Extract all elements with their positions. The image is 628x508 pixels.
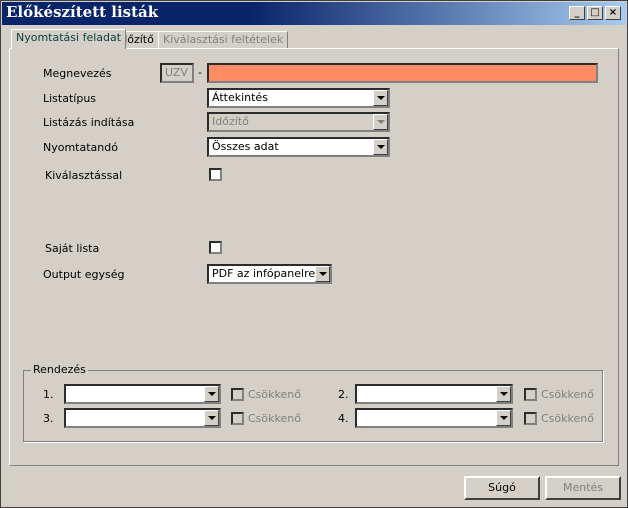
megnevezes-prefix: UZV xyxy=(160,63,194,83)
chevron-down-icon[interactable] xyxy=(204,386,219,402)
tab-nyomtatasi-feladat[interactable]: Nyomtatási feladat xyxy=(11,29,127,49)
sort-desc-label: Csökkenő xyxy=(541,388,594,401)
sort-desc-checkbox-3[interactable] xyxy=(231,412,244,425)
megnevezes-input[interactable] xyxy=(207,63,598,83)
nyomtatando-label: Nyomtatandó xyxy=(43,141,118,154)
megnevezes-label: Megnevezés xyxy=(43,67,112,80)
sajat-lista-checkbox[interactable] xyxy=(209,241,222,254)
output-select[interactable]: PDF az infópanelre xyxy=(207,264,332,284)
sort-select-1[interactable] xyxy=(64,384,221,404)
chevron-down-icon[interactable] xyxy=(315,266,330,282)
chevron-down-icon[interactable] xyxy=(373,114,388,130)
chevron-down-icon[interactable] xyxy=(496,410,511,426)
listazas-label: Listázás indítása xyxy=(43,116,135,129)
help-button[interactable]: Súgó xyxy=(464,476,540,500)
sort-desc-label: Csökkenő xyxy=(248,388,301,401)
sorting-group xyxy=(23,370,603,442)
window-title: Előkészített listák xyxy=(6,3,159,21)
sort-desc-label: Csökkenő xyxy=(248,412,301,425)
nyomtatando-value: Összes adat xyxy=(212,140,279,153)
sajat-lista-label: Saját lista xyxy=(45,242,100,255)
save-button[interactable]: Mentés xyxy=(545,476,621,500)
maximize-icon[interactable]: □ xyxy=(587,6,603,20)
sort-row-number: 4. xyxy=(338,412,349,425)
chevron-down-icon[interactable] xyxy=(373,90,388,106)
kivalasztassal-label: Kiválasztással xyxy=(45,169,123,182)
sort-select-2[interactable] xyxy=(355,384,513,404)
sort-select-4[interactable] xyxy=(355,408,513,428)
chevron-down-icon[interactable] xyxy=(496,386,511,402)
title-bar[interactable]: Előkészített listák _ □ × xyxy=(2,2,626,25)
output-value: PDF az infópanelre xyxy=(212,267,316,280)
sort-row-number: 1. xyxy=(43,388,54,401)
sort-select-3[interactable] xyxy=(64,408,221,428)
megnevezes-separator: - xyxy=(198,66,202,79)
sort-desc-checkbox-1[interactable] xyxy=(231,388,244,401)
sorting-title: Rendezés xyxy=(31,363,88,376)
sort-row-number: 2. xyxy=(338,388,349,401)
output-label: Output egység xyxy=(43,268,125,281)
listazas-select[interactable]: Időzítő xyxy=(207,112,390,132)
sort-desc-label: Csökkenő xyxy=(541,412,594,425)
kivalasztassal-checkbox[interactable] xyxy=(209,168,222,181)
sort-desc-checkbox-2[interactable] xyxy=(524,388,537,401)
listazas-value: Időzítő xyxy=(212,115,249,128)
listatipus-value: Áttekintés xyxy=(212,91,268,104)
tab-kivalasztasi-feltetelek[interactable]: Kiválasztási feltételek xyxy=(158,31,289,49)
minimize-icon[interactable]: _ xyxy=(569,6,585,20)
close-icon[interactable]: × xyxy=(605,6,621,20)
chevron-down-icon[interactable] xyxy=(373,139,388,155)
chevron-down-icon[interactable] xyxy=(204,410,219,426)
sort-desc-checkbox-4[interactable] xyxy=(524,412,537,425)
nyomtatando-select[interactable]: Összes adat xyxy=(207,137,390,157)
listatipus-label: Listatípus xyxy=(43,92,97,105)
sort-row-number: 3. xyxy=(43,412,54,425)
listatipus-select[interactable]: Áttekintés xyxy=(207,88,390,108)
